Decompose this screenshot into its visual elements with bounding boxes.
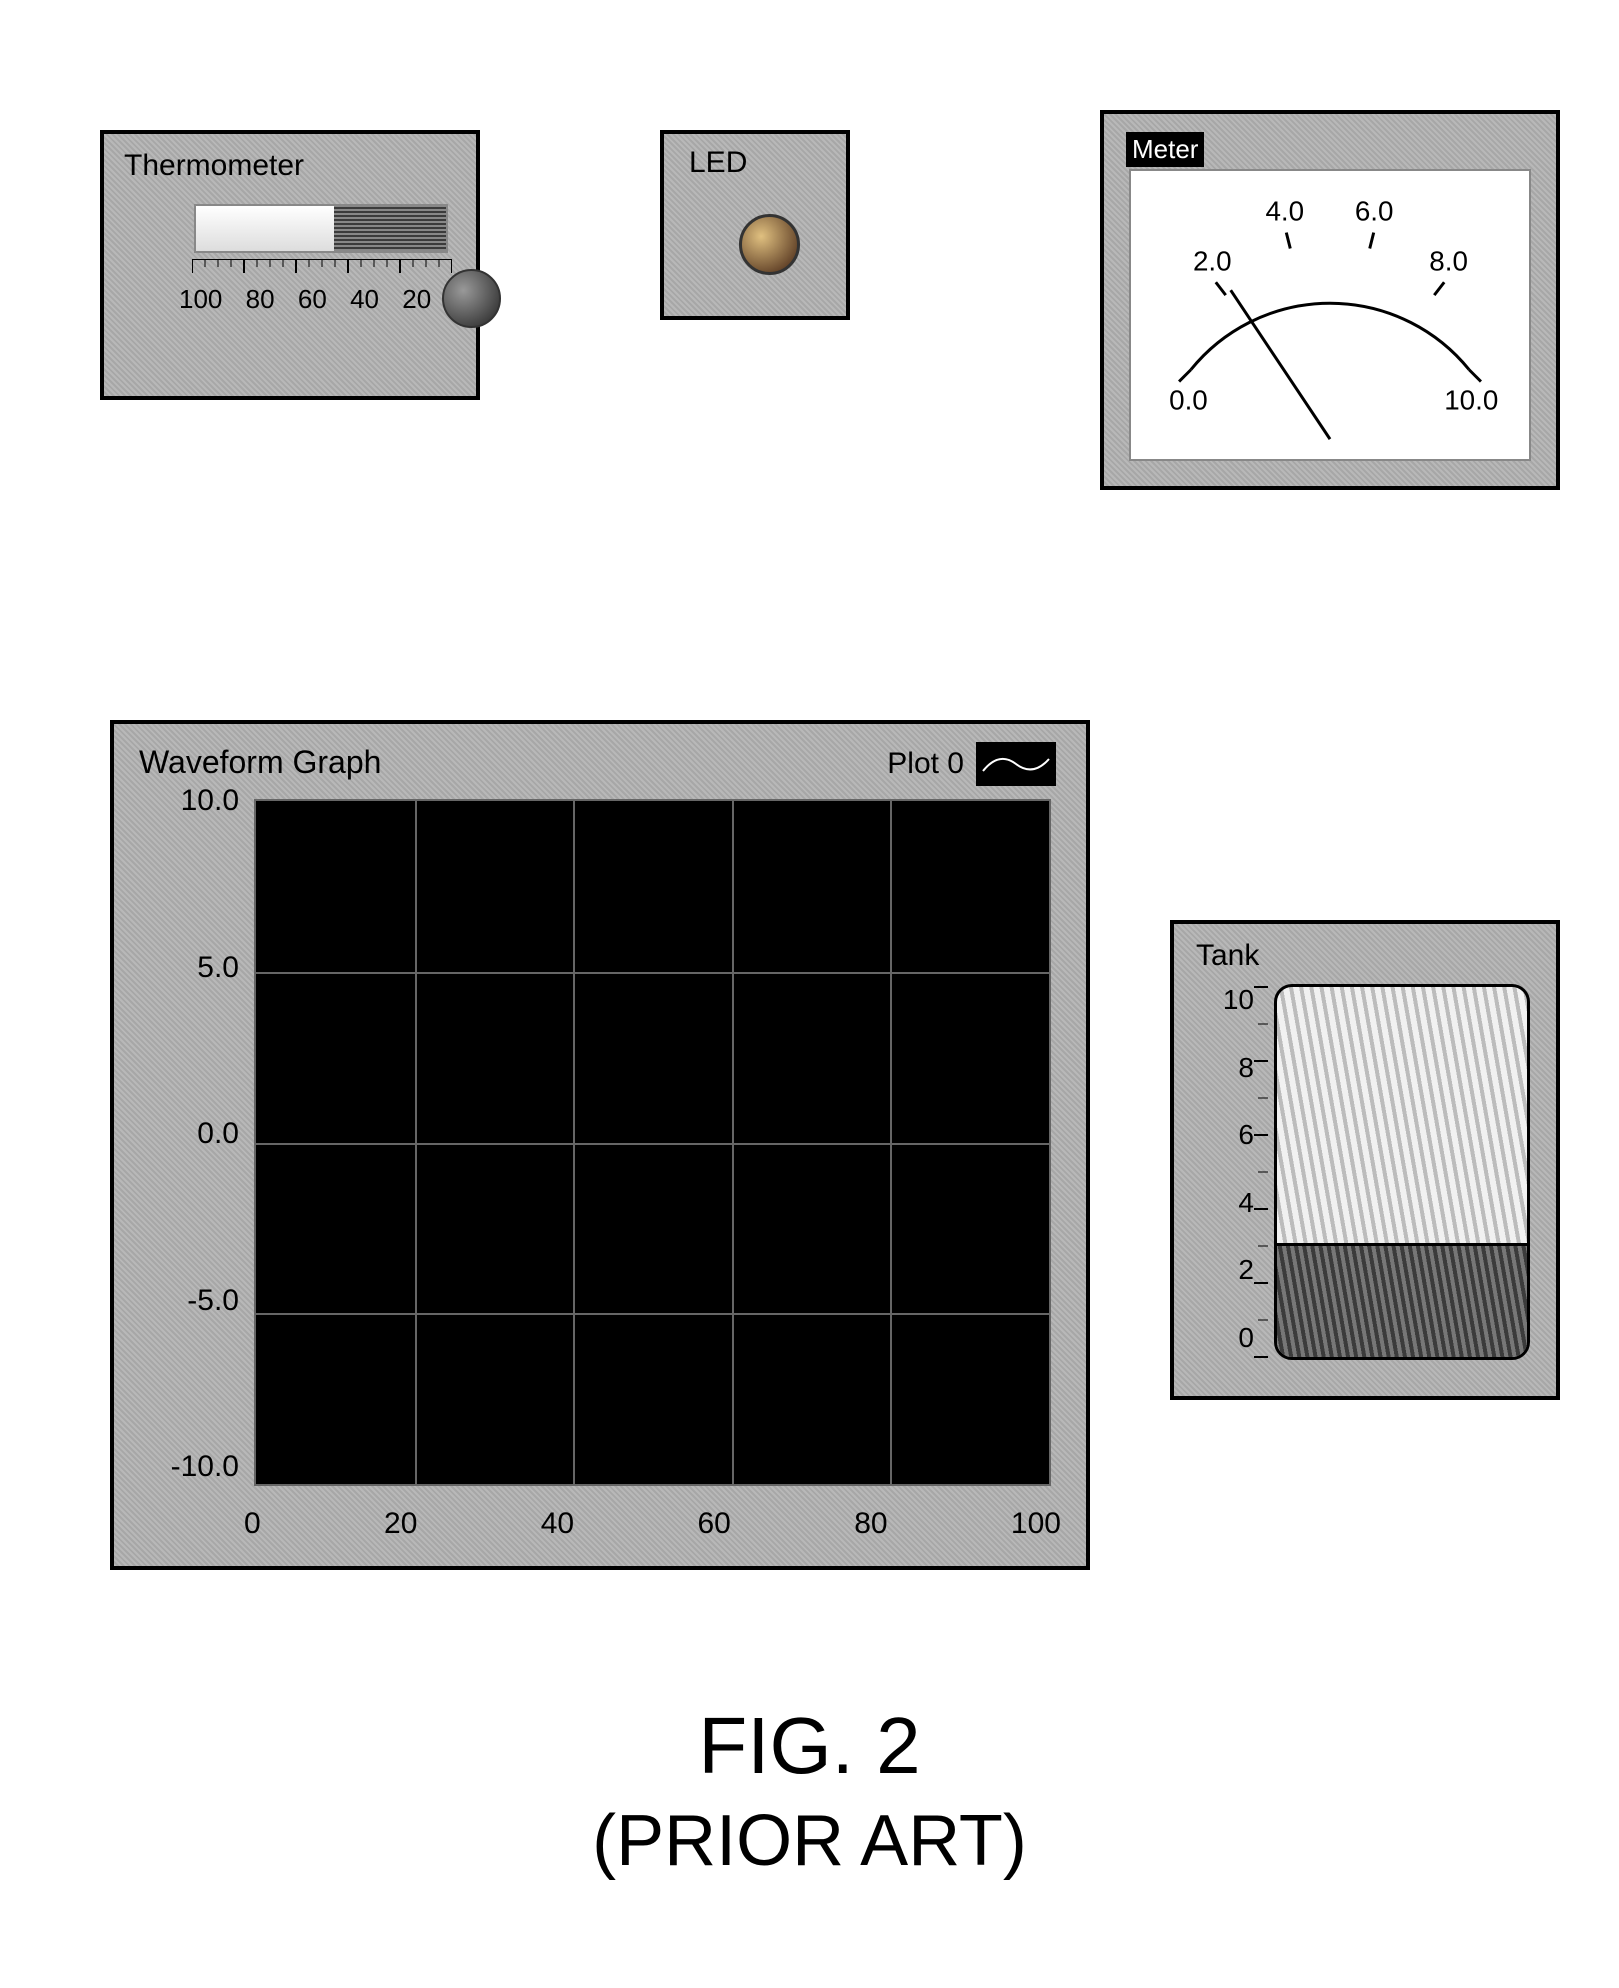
tank-body-icon <box>1274 984 1530 1360</box>
tank-tick: 0 <box>1204 1322 1254 1354</box>
thermo-tick: 60 <box>298 284 327 315</box>
thermo-tick: 100 <box>179 284 222 315</box>
y-tick: 5.0 <box>144 951 239 985</box>
meter-dial-icon: 0.0 2.0 4.0 6.0 8.0 10.0 <box>1131 171 1529 459</box>
led-label: LED <box>689 146 747 180</box>
thermometer-tick-labels: 100 80 60 40 20 0 <box>179 284 469 315</box>
tank-tick: 4 <box>1204 1187 1254 1219</box>
graph-label: Waveform Graph <box>139 744 381 781</box>
tank-tick: 8 <box>1204 1052 1254 1084</box>
meter-tick: 0.0 <box>1169 384 1208 415</box>
thermometer-bulb-icon <box>442 269 501 328</box>
x-tick: 100 <box>1011 1507 1061 1541</box>
tank-scale-labels: 10 8 6 4 2 0 <box>1204 984 1254 1354</box>
meter-indicator: Meter 0.0 2.0 4.0 6.0 8.0 10.0 <box>1100 110 1560 490</box>
tank-tick: 10 <box>1204 984 1254 1016</box>
x-tick: 80 <box>854 1507 887 1541</box>
meter-tick: 6.0 <box>1355 196 1394 227</box>
tank-tick: 2 <box>1204 1254 1254 1286</box>
meter-tick: 10.0 <box>1444 384 1498 415</box>
thermometer-indicator: Thermometer 100 80 60 40 20 0 <box>100 130 480 400</box>
meter-face: 0.0 2.0 4.0 6.0 8.0 10.0 <box>1129 169 1531 461</box>
thermo-tick: 20 <box>402 284 431 315</box>
legend-swatch-icon <box>976 742 1056 786</box>
graph-legend: Plot 0 <box>887 742 1056 786</box>
tank-scale-ticks <box>1254 982 1274 1362</box>
graph-plot-area <box>254 799 1051 1486</box>
figure-title: FIG. 2 <box>0 1700 1619 1792</box>
thermometer-track <box>194 204 448 253</box>
x-tick: 0 <box>244 1507 261 1541</box>
tank-tick: 6 <box>1204 1119 1254 1151</box>
meter-tick: 8.0 <box>1429 245 1468 276</box>
led-indicator: LED <box>660 130 850 320</box>
x-tick: 40 <box>541 1507 574 1541</box>
led-icon <box>739 214 800 275</box>
meter-label: Meter <box>1126 132 1204 167</box>
graph-y-axis-labels: 10.0 5.0 0.0 -5.0 -10.0 <box>144 784 239 1484</box>
meter-tick: 2.0 <box>1193 245 1232 276</box>
y-tick: 0.0 <box>144 1117 239 1151</box>
y-tick: 10.0 <box>144 784 239 818</box>
thermometer-fill <box>334 206 447 251</box>
x-tick: 60 <box>697 1507 730 1541</box>
meter-tick: 4.0 <box>1265 196 1304 227</box>
tank-indicator: Tank 10 8 6 4 2 0 <box>1170 920 1560 1400</box>
thermo-tick: 80 <box>246 284 275 315</box>
tank-fill <box>1277 1243 1527 1357</box>
x-tick: 20 <box>384 1507 417 1541</box>
figure-subtitle: (PRIOR ART) <box>0 1800 1619 1882</box>
y-tick: -5.0 <box>144 1284 239 1318</box>
legend-label: Plot 0 <box>887 747 964 781</box>
waveform-graph: Waveform Graph Plot 0 10.0 5.0 0.0 -5.0 … <box>110 720 1090 1570</box>
y-tick: -10.0 <box>144 1450 239 1484</box>
thermo-tick: 40 <box>350 284 379 315</box>
thermometer-label: Thermometer <box>124 149 304 183</box>
tank-label: Tank <box>1196 939 1259 973</box>
graph-x-axis-labels: 0 20 40 60 80 100 <box>244 1507 1061 1541</box>
